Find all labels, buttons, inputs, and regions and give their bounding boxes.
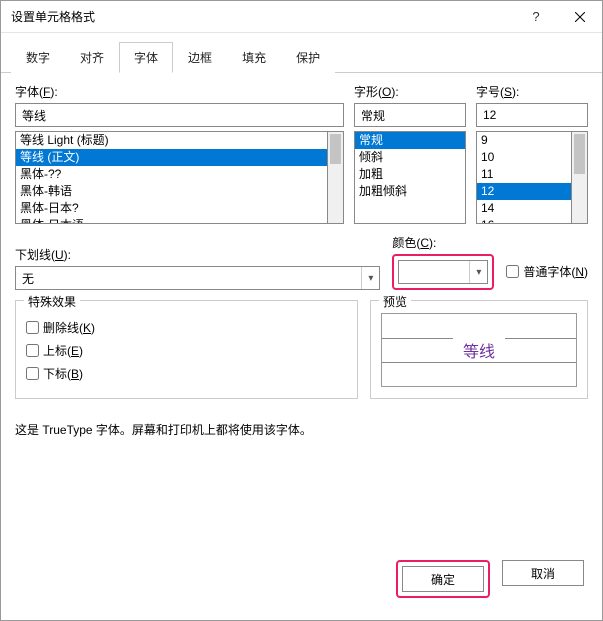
- list-item[interactable]: 加粗: [355, 166, 465, 183]
- content-area: 字体(F): 等线 Light (标题) 等线 (正文) 黑体-?? 黑体-韩语…: [1, 73, 602, 546]
- preview-box: 等线: [381, 313, 577, 387]
- list-item[interactable]: 黑体-日本语: [16, 217, 327, 224]
- list-item[interactable]: 黑体-日本?: [16, 200, 327, 217]
- list-item[interactable]: 黑体-韩语: [16, 183, 327, 200]
- size-scrollbar[interactable]: [572, 131, 588, 224]
- superscript-checkbox[interactable]: 上标(E): [26, 342, 347, 359]
- close-icon: [575, 12, 585, 22]
- font-label: 字体(F):: [15, 83, 344, 100]
- normal-font-checkbox[interactable]: 普通字体(N): [506, 263, 588, 280]
- list-item[interactable]: 10: [477, 149, 571, 166]
- list-item[interactable]: 常规: [355, 132, 465, 149]
- style-label: 字形(O):: [354, 83, 466, 100]
- underline-label: 下划线(U):: [15, 246, 380, 263]
- color-combo[interactable]: ▾: [398, 260, 488, 284]
- tab-alignment[interactable]: 对齐: [65, 42, 119, 73]
- subscript-checkbox[interactable]: 下标(B): [26, 365, 347, 382]
- preview-text: 等线: [453, 338, 505, 362]
- tab-strip: 数字 对齐 字体 边框 填充 保护: [1, 33, 602, 73]
- close-button[interactable]: [558, 2, 602, 32]
- size-label: 字号(S):: [476, 83, 588, 100]
- footer: 确定 取消: [1, 546, 602, 620]
- window-title: 设置单元格格式: [11, 8, 514, 25]
- tab-border[interactable]: 边框: [173, 42, 227, 73]
- list-item[interactable]: 黑体-??: [16, 166, 327, 183]
- preview-group: 预览 等线: [370, 300, 588, 399]
- help-button[interactable]: ?: [514, 2, 558, 32]
- tab-fill[interactable]: 填充: [227, 42, 281, 73]
- font-scrollbar[interactable]: [328, 131, 344, 224]
- chevron-down-icon[interactable]: ▾: [469, 261, 487, 283]
- ok-button[interactable]: 确定: [402, 566, 484, 592]
- footnote: 这是 TrueType 字体。屏幕和打印机上都将使用该字体。: [15, 421, 588, 438]
- style-list[interactable]: 常规 倾斜 加粗 加粗倾斜: [354, 131, 466, 224]
- font-list[interactable]: 等线 Light (标题) 等线 (正文) 黑体-?? 黑体-韩语 黑体-日本?…: [15, 131, 328, 224]
- titlebar: 设置单元格格式 ?: [1, 1, 602, 33]
- tab-protection[interactable]: 保护: [281, 42, 335, 73]
- tab-font[interactable]: 字体: [119, 42, 173, 73]
- list-item[interactable]: 等线 (正文): [16, 149, 327, 166]
- list-item[interactable]: 9: [477, 132, 571, 149]
- effects-group: 特殊效果 删除线(K) 上标(E) 下标(B): [15, 300, 358, 399]
- list-item[interactable]: 11: [477, 166, 571, 183]
- list-item[interactable]: 14: [477, 200, 571, 217]
- style-input[interactable]: [354, 103, 466, 127]
- list-item[interactable]: 12: [477, 183, 571, 200]
- list-item[interactable]: 倾斜: [355, 149, 465, 166]
- color-label: 颜色(C):: [392, 234, 494, 251]
- effects-label: 特殊效果: [24, 293, 80, 310]
- cancel-button[interactable]: 取消: [502, 560, 584, 586]
- underline-combo[interactable]: 无 ▾: [15, 266, 380, 290]
- preview-label: 预览: [379, 293, 411, 310]
- size-input[interactable]: [476, 103, 588, 127]
- size-list[interactable]: 9 10 11 12 14 16: [476, 131, 572, 224]
- list-item[interactable]: 16: [477, 217, 571, 224]
- font-input[interactable]: [15, 103, 344, 127]
- chevron-down-icon[interactable]: ▾: [361, 267, 379, 289]
- tab-number[interactable]: 数字: [11, 42, 65, 73]
- underline-value: 无: [16, 270, 361, 287]
- list-item[interactable]: 等线 Light (标题): [16, 132, 327, 149]
- strikethrough-checkbox[interactable]: 删除线(K): [26, 319, 347, 336]
- list-item[interactable]: 加粗倾斜: [355, 183, 465, 200]
